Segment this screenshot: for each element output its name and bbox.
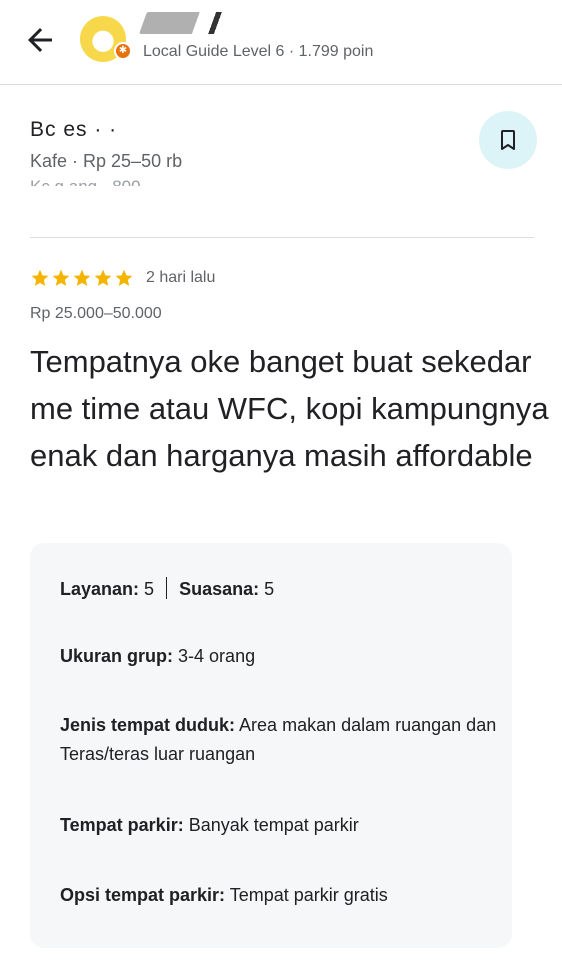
review-price-range: Rp 25.000–50.000: [30, 305, 162, 322]
star-icon: [31, 269, 49, 286]
attr-parking-opt-label: Opsi tempat parkir:: [60, 885, 226, 905]
attr-group-value: 3-4 orang: [178, 646, 256, 666]
attr-suasana-value: 5: [264, 579, 275, 599]
attr-parking-label: Tempat parkir:: [60, 815, 184, 835]
divider: [30, 237, 534, 238]
review-date: 2 hari lalu: [146, 269, 216, 286]
attr-seating: Jenis tempat duduk: Area makan dalam rua…: [60, 711, 500, 769]
attr-parking: Tempat parkir: Banyak tempat parkir: [60, 811, 500, 840]
star-icon: [52, 269, 70, 286]
place-address: Kc g ang · 800: [30, 172, 141, 186]
back-button[interactable]: [22, 22, 58, 58]
attr-seating-label: Jenis tempat duduk:: [60, 715, 236, 735]
attr-suasana-label: Suasana:: [179, 579, 260, 599]
back-arrow-icon: [28, 28, 52, 52]
attr-layanan-value: 5: [144, 579, 155, 599]
separator: [166, 577, 168, 599]
save-button[interactable]: [479, 111, 537, 169]
attr-layanan-label: Layanan:: [60, 579, 140, 599]
review-attributes-card: Layanan: 5 Suasana: 5 Ukuran grup: 3-4 or…: [30, 543, 512, 948]
attr-parking-options: Opsi tempat parkir: Tempat parkir gratis: [60, 881, 500, 910]
local-guide-level: Local Guide Level 6 · 1.799 poin: [143, 43, 374, 60]
place-name[interactable]: Bc es · ·: [30, 118, 117, 142]
attr-ratings: Layanan: 5 Suasana: 5: [60, 575, 500, 604]
review-rating-row: 2 hari lalu: [30, 268, 215, 288]
local-guide-badge-icon: ✱: [114, 42, 132, 60]
attr-parking-opt-value: Tempat parkir gratis: [229, 885, 388, 905]
attr-group-label: Ukuran grup:: [60, 646, 174, 666]
attr-parking-value: Banyak tempat parkir: [188, 815, 359, 835]
review-text: Tempatnya oke banget buat sekedar me tim…: [30, 344, 549, 473]
top-bar: ✱ Local Guide Level 6 · 1.799 poin: [0, 0, 562, 85]
place-category-price: Kafe · Rp 25–50 rb: [30, 151, 183, 171]
attr-group-size: Ukuran grup: 3-4 orang: [60, 642, 500, 671]
star-icon: [115, 269, 133, 286]
star-icon: [73, 269, 91, 286]
bookmark-icon: [501, 130, 515, 150]
star-icon: [94, 269, 112, 286]
star-rating: [30, 268, 134, 288]
user-name-redacted[interactable]: [138, 12, 244, 34]
